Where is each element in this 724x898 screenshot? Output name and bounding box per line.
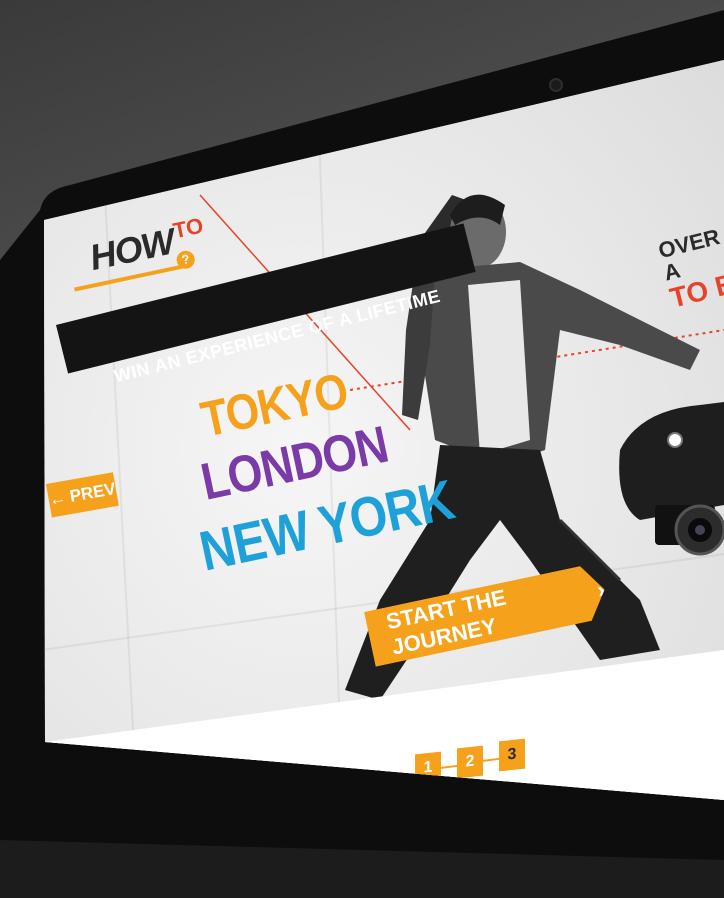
camera-icon [655, 504, 724, 556]
arrow-left-icon: ← [47, 487, 68, 510]
page-button-3[interactable]: 3 [499, 738, 525, 772]
logo-to-text: TO [170, 212, 206, 244]
page-button-2[interactable]: 2 [457, 745, 483, 779]
prev-label: PREV [68, 479, 118, 506]
webcam-icon [551, 80, 561, 90]
